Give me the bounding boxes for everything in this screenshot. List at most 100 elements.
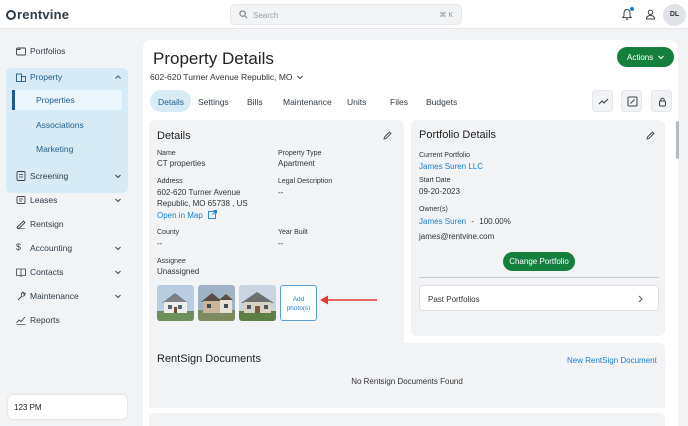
new-rentsign-document-link[interactable]: New RentSign Document (567, 355, 657, 366)
current-portfolio-link[interactable]: James Suren LLC (419, 161, 483, 172)
sidebar-item-label: Reports (30, 315, 60, 325)
start-date-value: 09-20-2023 (419, 187, 460, 196)
address-line2: Republic, MO 65738 , US (157, 199, 248, 208)
county-label: County (157, 229, 180, 236)
past-portfolios-row[interactable]: Past Portfolios (419, 285, 659, 311)
assignee-label: Assignee (157, 258, 186, 265)
sidebar-item-rentsign[interactable]: Rentsign (8, 214, 128, 234)
avatar[interactable]: DL (663, 4, 686, 26)
sidebar-subitem-properties[interactable]: Properties (12, 90, 122, 110)
owner-email: james@rentvine.com (419, 232, 495, 241)
sidebar-item-reports[interactable]: Reports (8, 310, 128, 330)
sidebar-subitem-marketing[interactable]: Marketing (12, 139, 122, 159)
actions-button[interactable]: Actions (617, 47, 674, 67)
rentsign-empty-message: No Rentsign Documents Found (351, 377, 463, 386)
edit-icon[interactable] (383, 131, 392, 140)
sidebar-item-leases[interactable]: Leases (8, 190, 128, 210)
property-icon (16, 73, 26, 82)
start-date-label: Start Date (419, 177, 451, 184)
property-type-label: Property Type (278, 150, 322, 157)
notifications-button[interactable] (621, 7, 634, 21)
analytics-button[interactable] (592, 90, 613, 112)
search-icon (239, 10, 248, 19)
note-icon (627, 96, 638, 107)
tab-budgets[interactable]: Budgets (426, 90, 457, 112)
contacts-icon (16, 268, 26, 277)
owner-separator: - (471, 217, 475, 226)
subitem-label: Properties (36, 95, 75, 105)
rentvine-logo[interactable]: rentvine (6, 7, 69, 22)
chevron-down-icon (115, 174, 121, 179)
next-card-edge (149, 413, 665, 426)
change-portfolio-button[interactable]: Change Portfolio (503, 252, 575, 271)
chevron-down-icon (658, 55, 664, 60)
logo-text: rentvine (17, 7, 70, 22)
details-card: Details Name CT properties Property Type… (149, 120, 404, 376)
sidebar-item-portfolios[interactable]: Portfolios (8, 41, 128, 61)
past-portfolios-label: Past Portfolios (428, 295, 480, 304)
time-display: 123 PM (8, 395, 127, 419)
scrollbar[interactable] (676, 121, 679, 159)
notes-button[interactable] (621, 90, 642, 112)
account-icon[interactable] (645, 9, 656, 20)
property-select[interactable]: 602-620 Turner Avenue Republic, MO (150, 72, 293, 82)
external-link-icon (208, 210, 217, 219)
add-photo-label: Add (292, 296, 305, 303)
house-photo-image (157, 285, 194, 321)
lock-button[interactable] (651, 90, 672, 112)
wrench-icon (17, 291, 26, 301)
tab-files[interactable]: Files (390, 90, 408, 112)
rentsign-heading: RentSign Documents (157, 353, 261, 365)
subitem-label: Marketing (36, 144, 74, 154)
owner-name-link[interactable]: James Suren (419, 217, 466, 226)
edit-icon[interactable] (646, 131, 655, 140)
year-built-label: Year Built (278, 229, 308, 236)
add-photos-button[interactable]: Add photo(s) (280, 285, 317, 321)
chevron-down-icon (115, 198, 121, 203)
lock-icon (659, 97, 666, 107)
sidebar-item-maintenance[interactable]: Maintenance (8, 286, 128, 306)
tab-bills[interactable]: Bills (247, 90, 263, 112)
house-photo-image (198, 285, 235, 321)
top-bar: rentvine Search ⌘ K DL (0, 0, 688, 29)
map-link-label: Open in Map (157, 211, 203, 220)
address-line1: 602-620 Turner Avenue (157, 188, 241, 197)
property-photo[interactable] (198, 285, 235, 321)
owners-label: Owner(s) (419, 206, 448, 213)
sidebar-item-label: Portfolios (30, 46, 66, 56)
sidebar-item-contacts[interactable]: Contacts (8, 262, 128, 282)
tab-details[interactable]: Details (150, 90, 191, 112)
portfolio-heading: Portfolio Details (419, 129, 497, 141)
subitem-label: Associations (36, 120, 84, 130)
sidebar-item-accounting[interactable]: $ Accounting (8, 238, 128, 258)
current-portfolio-label: Current Portfolio (419, 152, 470, 159)
arrow-annotation-icon (320, 295, 377, 305)
sidebar-item-label: Leases (30, 195, 58, 205)
county-value: -- (157, 239, 163, 248)
sidebar-item-label: Accounting (30, 243, 73, 253)
property-photo[interactable] (157, 285, 194, 321)
screening-icon (16, 171, 26, 181)
owner-row: James Suren - 100.00% (419, 216, 511, 227)
chevron-up-icon (115, 75, 121, 79)
trend-icon (598, 98, 609, 105)
chevron-down-icon[interactable] (296, 73, 304, 81)
sidebar-item-screening[interactable]: Screening (8, 166, 128, 186)
leases-icon (16, 196, 26, 204)
tab-settings[interactable]: Settings (198, 90, 229, 112)
tab-units[interactable]: Units (347, 90, 366, 112)
sidebar-item-label: Screening (30, 171, 69, 181)
sidebar: Portfolios Property Properties Associati… (0, 29, 137, 426)
address-label: Address (157, 178, 183, 185)
open-in-map-link[interactable]: Open in Map (157, 209, 217, 221)
property-photo[interactable] (239, 285, 276, 321)
chevron-down-icon (115, 270, 121, 275)
search-input[interactable]: Search ⌘ K (230, 4, 462, 25)
sidebar-item-property[interactable]: Property (8, 67, 128, 87)
chevron-right-icon (638, 295, 643, 303)
sidebar-subitem-associations[interactable]: Associations (12, 115, 122, 135)
tab-maintenance[interactable]: Maintenance (283, 90, 332, 112)
rentsign-card: RentSign Documents New RentSign Document… (149, 343, 665, 408)
sidebar-item-label: Contacts (30, 267, 64, 277)
name-value: CT properties (157, 159, 206, 168)
